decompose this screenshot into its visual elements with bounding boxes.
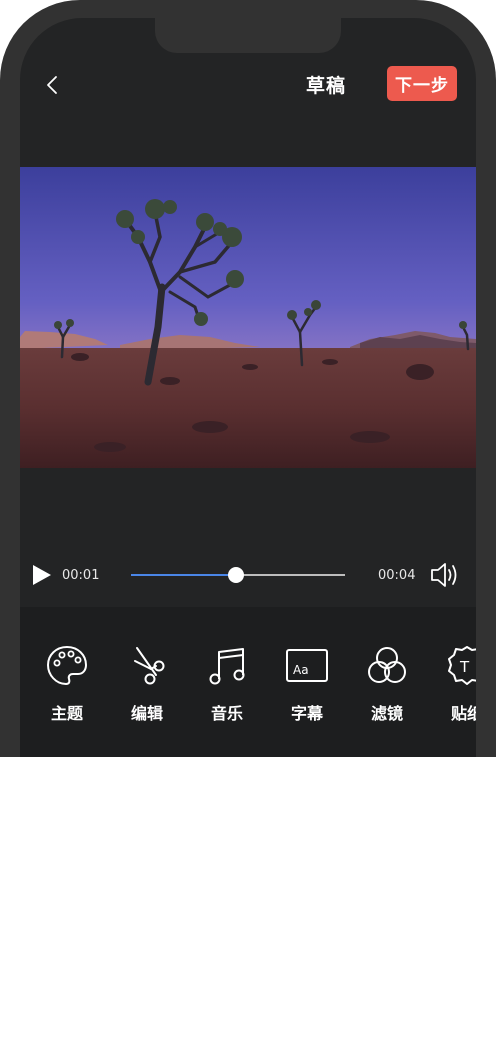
back-button[interactable]	[40, 68, 64, 102]
tool-filter-label: 滤镜	[370, 704, 403, 723]
next-step-button[interactable]: 下一步	[387, 66, 457, 101]
page-title: 草稿	[305, 75, 346, 97]
play-button[interactable]	[31, 564, 53, 586]
app-screen: 草稿 下一步 00:01 00:04 主题 编辑 音乐 Aa 字幕 滤镜 T 贴…	[20, 18, 476, 757]
tool-sticker[interactable]: T 贴纸	[437, 644, 476, 724]
svg-text:T: T	[459, 658, 470, 676]
progress-knob[interactable]	[227, 567, 244, 583]
progress-slider[interactable]	[131, 567, 345, 583]
scissors-icon	[134, 647, 165, 685]
current-time: 00:01	[62, 568, 100, 583]
sticker-icon: T	[448, 646, 476, 685]
phone-notch	[155, 18, 341, 53]
tool-sticker-label: 贴纸	[450, 704, 476, 723]
svg-text:Aa: Aa	[293, 663, 309, 677]
tool-bar: 主题 编辑 音乐 Aa 字幕 滤镜 T 贴纸	[20, 607, 476, 757]
tool-music[interactable]: 音乐	[197, 644, 257, 724]
phone-frame: 草稿 下一步 00:01 00:04 主题 编辑 音乐 Aa 字幕 滤镜 T 贴…	[0, 0, 496, 757]
tool-music-label: 音乐	[210, 704, 243, 723]
palette-icon	[46, 645, 88, 686]
play-icon	[33, 565, 51, 585]
volume-button[interactable]	[430, 561, 460, 589]
music-note-icon	[209, 648, 245, 685]
tool-filter[interactable]: 滤镜	[357, 644, 417, 724]
tool-edit[interactable]: 编辑	[117, 644, 177, 724]
tool-theme-label: 主题	[50, 704, 83, 723]
tool-subtitle[interactable]: Aa 字幕	[277, 644, 337, 724]
speaker-icon	[431, 563, 457, 587]
video-preview[interactable]	[20, 167, 476, 468]
total-time: 00:04	[378, 568, 416, 583]
chevron-left-icon	[47, 76, 57, 94]
tool-theme[interactable]: 主题	[37, 644, 97, 724]
progress-fill	[131, 574, 236, 576]
subtitle-icon: Aa	[286, 649, 328, 682]
filter-icon	[368, 647, 406, 683]
tool-subtitle-label: 字幕	[290, 704, 323, 723]
tool-edit-label: 编辑	[130, 704, 163, 723]
